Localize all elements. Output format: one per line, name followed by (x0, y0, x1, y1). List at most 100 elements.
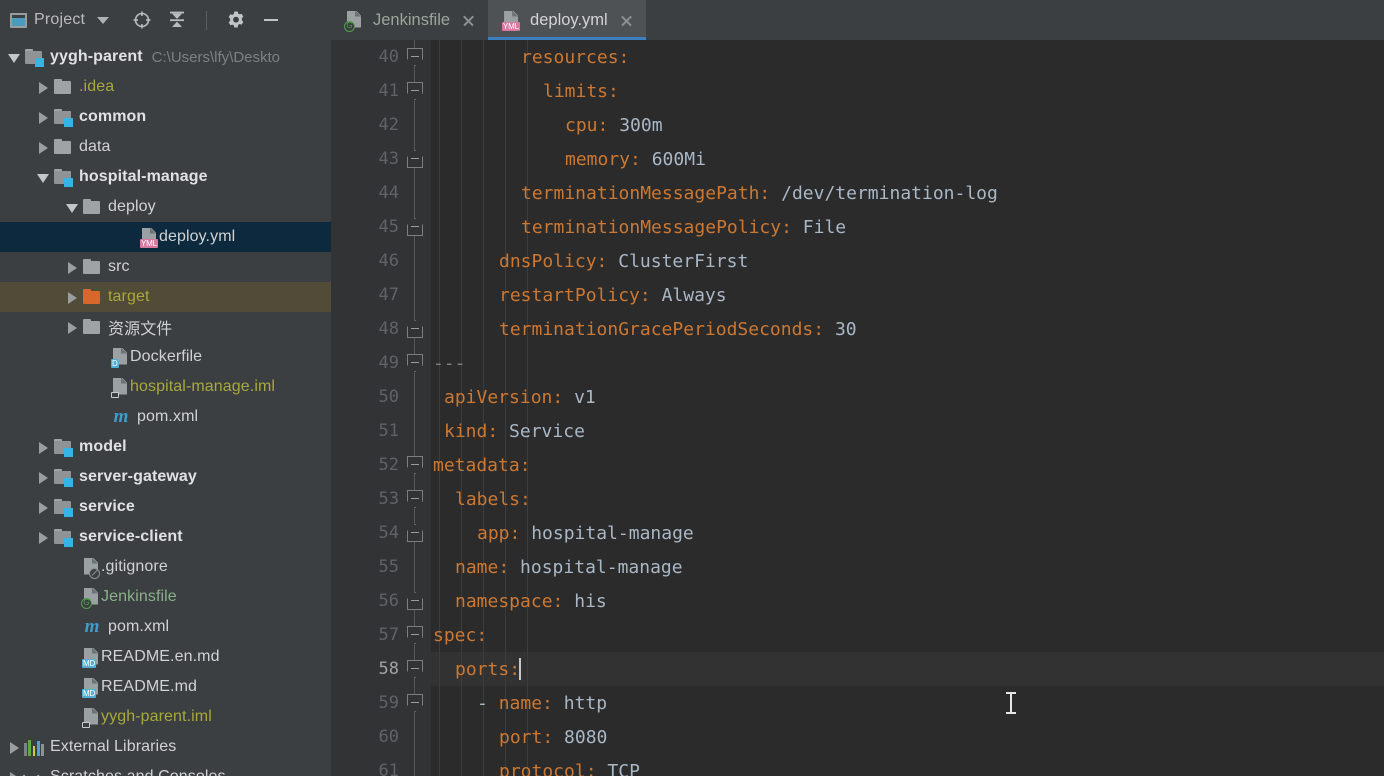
fold-end-icon[interactable] (407, 320, 423, 338)
fold-start-icon[interactable] (407, 354, 423, 372)
code-text: terminationMessagePath: /dev/termination… (431, 183, 998, 204)
close-icon[interactable] (619, 13, 634, 28)
tree-node-idea[interactable]: .idea (0, 72, 331, 102)
fold-column[interactable] (399, 652, 431, 686)
editor-tab-jenkinsfile[interactable]: G Jenkinsfile (331, 0, 488, 40)
fold-end-icon[interactable] (407, 592, 423, 610)
fold-start-icon[interactable] (407, 456, 423, 474)
fold-column[interactable] (399, 142, 431, 176)
settings-gear-icon[interactable] (225, 9, 247, 31)
tree-node-service[interactable]: service (0, 492, 331, 522)
fold-column[interactable] (399, 210, 431, 244)
fold-column[interactable] (399, 176, 431, 210)
fold-column[interactable] (399, 278, 431, 312)
fold-column[interactable] (399, 584, 431, 618)
tree-node-data[interactable]: data (0, 132, 331, 162)
fold-start-icon[interactable] (407, 660, 423, 678)
fold-column[interactable] (399, 482, 431, 516)
code-token: : (542, 692, 564, 714)
chevron-right-icon[interactable] (35, 102, 53, 132)
fold-column[interactable] (399, 516, 431, 550)
fold-start-icon[interactable] (407, 490, 423, 508)
module-folder-icon (53, 468, 73, 487)
fold-start-icon[interactable] (407, 694, 423, 712)
chevron-down-icon[interactable] (64, 192, 82, 222)
tree-node-external-libraries[interactable]: External Libraries (0, 732, 331, 762)
close-icon[interactable] (461, 13, 476, 28)
tree-node-readme-en-md[interactable]: MD README.en.md (0, 642, 331, 672)
chevron-right-icon[interactable] (64, 252, 82, 282)
code-token: : (813, 318, 835, 340)
tree-node-deploy-yml[interactable]: YML deploy.yml (0, 222, 331, 252)
tree-node-hospital-manage-iml[interactable]: hospital-manage.iml (0, 372, 331, 402)
line-number: 48 (378, 319, 399, 339)
chevron-right-icon[interactable] (35, 132, 53, 162)
chevron-down-icon[interactable] (6, 42, 24, 72)
chevron-down-icon[interactable] (35, 162, 53, 192)
fold-end-icon[interactable] (407, 218, 423, 236)
tree-node-pom-xml[interactable]: m pom.xml (0, 402, 331, 432)
tool-window-title: Project (34, 11, 86, 28)
fold-column[interactable] (399, 550, 431, 584)
scratches-icon (24, 768, 44, 776)
fold-start-icon[interactable] (407, 626, 423, 644)
chevron-right-icon[interactable] (35, 432, 53, 462)
tree-node-jenkinsfile[interactable]: G Jenkinsfile (0, 582, 331, 612)
fold-column[interactable] (399, 720, 431, 754)
tree-node-yygh-parent[interactable]: yygh-parent C:\Users\lfy\Deskto (0, 42, 331, 72)
fold-start-icon[interactable] (407, 48, 423, 66)
tree-node-[interactable]: 资源文件 (0, 312, 331, 342)
fold-column[interactable] (399, 346, 431, 380)
chevron-right-icon[interactable] (35, 492, 53, 522)
chevron-down-icon[interactable] (97, 16, 110, 24)
tree-node-yygh-parent-iml[interactable]: yygh-parent.iml (0, 702, 331, 732)
project-tree-panel[interactable]: yygh-parent C:\Users\lfy\Deskto .idea commo… (0, 40, 331, 776)
collapse-all-icon[interactable] (166, 9, 188, 31)
code-token: : (542, 726, 565, 748)
fold-column[interactable] (399, 618, 431, 652)
chevron-right-icon[interactable] (35, 462, 53, 492)
tree-node-src[interactable]: src (0, 252, 331, 282)
hide-window-icon[interactable] (260, 9, 282, 31)
fold-column[interactable] (399, 108, 431, 142)
code-token: File (802, 216, 847, 238)
editor-tab-deploy-yml[interactable]: YML deploy.yml (488, 0, 646, 40)
code-editor[interactable]: 40 resources: 41 limits: 42 cpu: 300m 43 memory… (331, 40, 1384, 776)
fold-column[interactable] (399, 312, 431, 346)
tree-node-hospital-manage[interactable]: hospital-manage (0, 162, 331, 192)
tree-node-server-gateway[interactable]: server-gateway (0, 462, 331, 492)
fold-end-icon[interactable] (407, 150, 423, 168)
tree-node-model[interactable]: model (0, 432, 331, 462)
tree-node-gitignore[interactable]: .gitignore (0, 552, 331, 582)
fold-column[interactable] (399, 244, 431, 278)
tree-node-target[interactable]: target (0, 282, 331, 312)
locate-target-icon[interactable] (131, 9, 153, 31)
tree-node-deploy[interactable]: deploy (0, 192, 331, 222)
tree-node-readme-md[interactable]: MD README.md (0, 672, 331, 702)
tree-node-scratches-and-consoles[interactable]: Scratches and Consoles (0, 762, 331, 776)
fold-column[interactable] (399, 40, 431, 74)
chevron-right-icon[interactable] (64, 312, 82, 342)
code-token: terminationGracePeriodSeconds (499, 318, 814, 340)
tree-node-dockerfile[interactable]: D Dockerfile (0, 342, 331, 372)
fold-column[interactable] (399, 686, 431, 720)
tree-node-service-client[interactable]: service-client (0, 522, 331, 552)
chevron-right-icon[interactable] (6, 732, 24, 762)
fold-column[interactable] (399, 380, 431, 414)
fold-column[interactable] (399, 414, 431, 448)
code-token: 600Mi (651, 148, 706, 170)
fold-column[interactable] (399, 754, 431, 776)
project-tool-window-selector[interactable]: Project (10, 11, 110, 29)
fold-column[interactable] (399, 74, 431, 108)
chevron-right-icon[interactable] (6, 762, 24, 776)
fold-start-icon[interactable] (407, 82, 423, 100)
tree-node-pom-xml[interactable]: m pom.xml (0, 612, 331, 642)
tree-node-common[interactable]: common (0, 102, 331, 132)
code-token: port (499, 726, 543, 748)
chevron-right-icon[interactable] (35, 72, 53, 102)
fold-end-icon[interactable] (407, 524, 423, 542)
chevron-right-icon[interactable] (64, 282, 82, 312)
fold-column[interactable] (399, 448, 431, 482)
chevron-right-icon[interactable] (35, 522, 53, 552)
